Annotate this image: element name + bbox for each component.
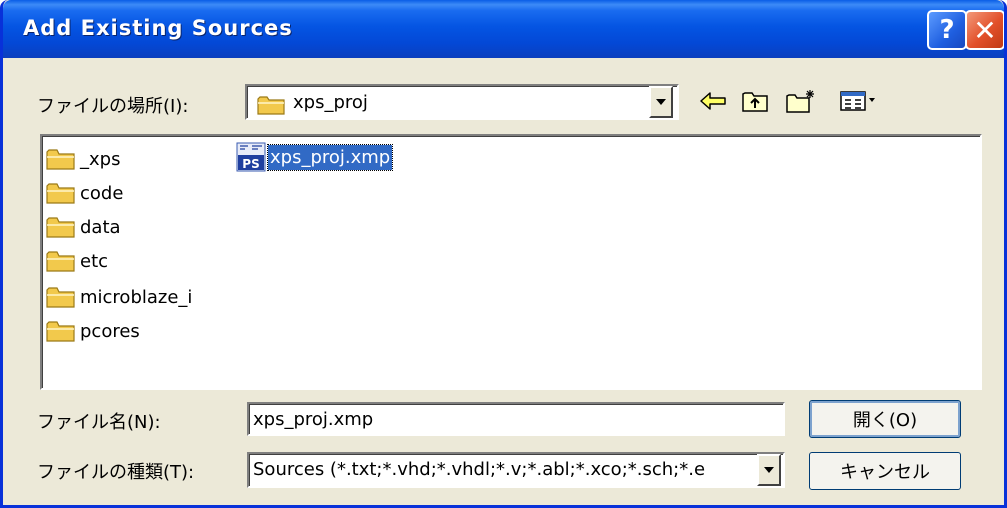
folder-item-xps[interactable]: _xps — [46, 144, 122, 174]
folder-icon — [46, 287, 75, 308]
look-in-dropdown-arrow[interactable] — [649, 86, 673, 118]
folder-name: pcores — [80, 320, 140, 342]
chevron-down-icon — [656, 99, 666, 105]
chevron-down-icon — [764, 467, 774, 473]
look-in-value: xps_proj — [293, 92, 368, 113]
folder-icon — [257, 96, 285, 115]
folder-name: microblaze_i — [80, 286, 193, 308]
look-in-label: ファイルの場所(I): — [37, 96, 189, 117]
up-folder-button[interactable] — [739, 86, 771, 116]
file-name: xps_proj.xmp — [266, 143, 394, 171]
look-in-dropdown[interactable]: xps_proj — [245, 84, 679, 120]
folder-item-data[interactable]: data — [46, 212, 123, 242]
filename-value: xps_proj.xmp — [253, 409, 374, 430]
filename-label: ファイル名(N): — [37, 412, 161, 433]
folder-item-etc[interactable]: etc — [46, 246, 110, 276]
help-button[interactable]: ? — [927, 10, 967, 50]
filetype-value: Sources (*.txt;*.vhd;*.vhdl;*.v;*.abl;*.… — [253, 459, 706, 480]
folder-icon — [46, 251, 75, 272]
dialog-window: Add Existing Sources ? ✕ ファイルの場所(I): xps… — [0, 0, 1007, 508]
folder-name: _xps — [80, 148, 121, 170]
folder-item-microblaze[interactable]: microblaze_i — [46, 282, 194, 312]
folder-icon — [46, 183, 75, 204]
folder-name: data — [80, 216, 121, 238]
help-icon: ? — [939, 15, 955, 45]
window-title: Add Existing Sources — [23, 16, 293, 40]
open-button[interactable]: 開く(O) — [809, 400, 961, 438]
xps-project-icon: PS — [236, 142, 266, 172]
folder-item-code[interactable]: code — [46, 178, 125, 208]
folder-icon — [46, 149, 75, 170]
close-icon: ✕ — [973, 13, 997, 47]
cancel-button[interactable]: キャンセル — [809, 452, 961, 490]
new-folder-button[interactable] — [785, 86, 817, 116]
view-menu-button[interactable] — [837, 86, 881, 116]
back-arrow-icon — [700, 92, 726, 110]
folder-icon — [46, 217, 75, 238]
title-bar[interactable]: Add Existing Sources ? ✕ — [3, 0, 1004, 58]
view-menu-icon — [840, 91, 875, 111]
back-button[interactable] — [697, 86, 729, 116]
file-item-selected[interactable]: PS xps_proj.xmp — [236, 142, 394, 172]
filetype-dropdown-arrow[interactable] — [757, 454, 781, 486]
filetype-label: ファイルの種類(T): — [37, 462, 195, 483]
filename-input[interactable]: xps_proj.xmp — [247, 402, 785, 436]
up-folder-icon — [742, 92, 768, 112]
folder-item-pcores[interactable]: pcores — [46, 316, 142, 346]
file-list[interactable]: _xps code data etc microblaze_i pcores P… — [40, 134, 982, 390]
close-button[interactable]: ✕ — [965, 10, 1004, 50]
folder-name: etc — [80, 250, 109, 272]
new-folder-icon — [786, 90, 814, 113]
folder-name: code — [80, 182, 124, 204]
folder-icon — [46, 321, 75, 342]
xps-badge: PS — [242, 157, 259, 171]
filetype-dropdown[interactable]: Sources (*.txt;*.vhd;*.vhdl;*.v;*.abl;*.… — [247, 452, 785, 488]
